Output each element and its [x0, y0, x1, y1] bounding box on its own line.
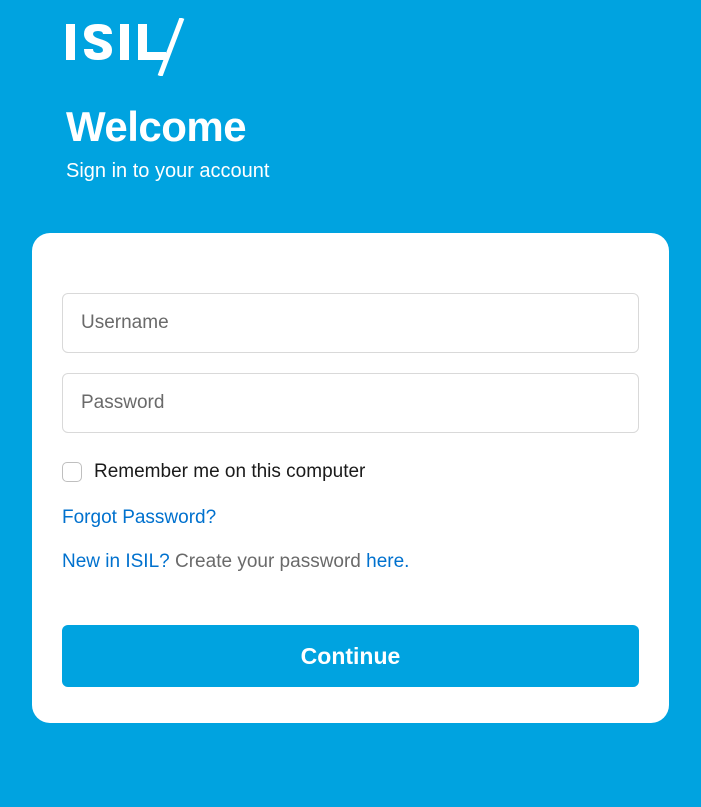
create-password-link[interactable]: here.: [366, 551, 409, 572]
username-input[interactable]: [62, 293, 639, 353]
login-card: Remember me on this computer Forgot Pass…: [32, 233, 669, 723]
remember-checkbox[interactable]: [62, 462, 82, 482]
new-user-line: New in ISIL? Create your password here.: [62, 551, 639, 573]
brand-logo: [66, 18, 671, 76]
continue-button[interactable]: Continue: [62, 625, 639, 687]
forgot-password-link[interactable]: Forgot Password?: [62, 507, 216, 529]
page-title: Welcome: [66, 104, 671, 150]
new-user-prefix: New in ISIL?: [62, 551, 170, 572]
isil-logo-icon: [66, 18, 194, 76]
new-user-middle: Create your password: [170, 551, 366, 572]
page-subtitle: Sign in to your account: [66, 160, 671, 183]
password-input[interactable]: [62, 373, 639, 433]
remember-label: Remember me on this computer: [94, 461, 365, 483]
